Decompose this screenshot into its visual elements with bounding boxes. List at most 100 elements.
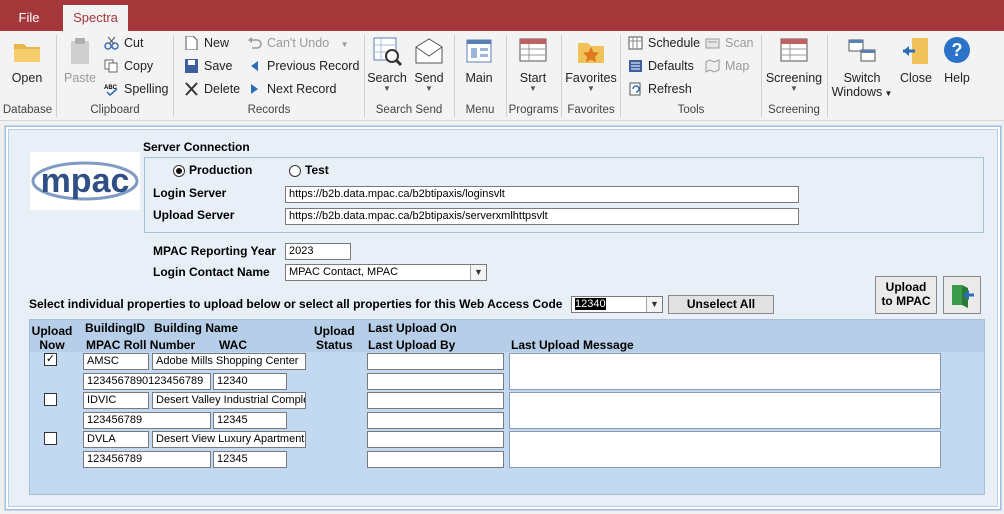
production-radio[interactable] <box>173 165 185 177</box>
group-tools: Tools <box>677 104 705 116</box>
grid-header: Upload Now BuildingID Building Name MPAC … <box>30 320 984 352</box>
chevron-down-icon[interactable]: ▼ <box>470 265 486 280</box>
last-upload-by-cell[interactable] <box>367 412 504 429</box>
search-button[interactable]: Search ▼ <box>366 35 408 93</box>
switch-windows-icon <box>846 35 878 67</box>
switch-label-2: Windows <box>831 85 883 99</box>
roll-number-cell[interactable]: 1234567890123456789 <box>83 373 211 390</box>
undo-icon <box>247 36 262 50</box>
reporting-year-field[interactable]: 2023 <box>285 243 351 260</box>
header-upload-now: Upload Now <box>31 324 73 352</box>
wac-cell[interactable]: 12340 <box>213 373 287 390</box>
screening-button[interactable]: Screening ▼ <box>765 35 823 93</box>
test-radio[interactable] <box>289 165 301 177</box>
ribbon: Open Database Paste Cut Copy ABC Spellin… <box>0 31 1004 121</box>
new-button[interactable]: New <box>184 33 229 53</box>
refresh-button[interactable]: Refresh <box>628 79 692 99</box>
upload-now-checkbox[interactable] <box>44 432 57 445</box>
delete-button[interactable]: Delete <box>184 79 240 99</box>
map-button[interactable]: Map <box>705 56 749 76</box>
delete-label: Delete <box>204 82 241 96</box>
send-button[interactable]: Send ▼ <box>409 35 449 93</box>
defaults-label: Defaults <box>648 59 694 73</box>
upload-now-checkbox[interactable] <box>44 393 57 406</box>
switch-windows-button[interactable]: Switch Windows ▼ <box>831 35 893 99</box>
upload-to-mpac-button[interactable]: Upload to MPAC <box>875 276 937 314</box>
search-icon <box>371 35 403 67</box>
open-button[interactable]: Open <box>6 35 48 85</box>
upload-server-field[interactable]: https://b2b.data.mpac.ca/b2btipaxis/serv… <box>285 208 799 225</box>
help-button[interactable]: ? Help <box>938 35 976 85</box>
triangle-right-icon <box>247 82 262 96</box>
last-upload-message-cell[interactable] <box>509 392 941 429</box>
exit-door-icon <box>952 285 974 308</box>
exit-button[interactable] <box>943 276 981 314</box>
roll-number-cell[interactable]: 123456789 <box>83 412 211 429</box>
last-upload-by-cell[interactable] <box>367 451 504 468</box>
group-menu: Menu <box>465 104 495 116</box>
properties-grid: Upload Now BuildingID Building Name MPAC … <box>29 319 985 495</box>
envelope-icon <box>413 35 445 67</box>
building-id-cell[interactable]: DVLA <box>83 431 149 448</box>
undo-label: Can't Undo <box>267 36 330 50</box>
refresh-icon <box>628 82 643 96</box>
previous-record-button[interactable]: Previous Record <box>247 56 359 76</box>
paste-label: Paste <box>64 71 96 85</box>
schedule-button[interactable]: Schedule <box>628 33 700 53</box>
cut-button[interactable]: Cut <box>104 33 143 53</box>
scan-label: Scan <box>725 36 754 50</box>
start-button[interactable]: Start ▼ <box>512 35 554 93</box>
tab-spectra[interactable]: Spectra <box>63 5 128 31</box>
scan-icon <box>705 36 720 50</box>
contact-name-combo[interactable]: MPAC Contact, MPAC ▼ <box>285 264 487 281</box>
wac-combo[interactable]: 12340 ▼ <box>571 296 663 313</box>
main-menu-button[interactable]: Main <box>459 35 499 85</box>
paste-button[interactable]: Paste <box>62 35 98 85</box>
wac-cell[interactable]: 12345 <box>213 412 287 429</box>
last-upload-message-cell[interactable] <box>509 353 941 390</box>
last-upload-on-cell[interactable] <box>367 353 504 370</box>
roll-number-cell[interactable]: 123456789 <box>83 451 211 468</box>
building-name-cell[interactable]: Desert View Luxury Apartments <box>152 431 306 448</box>
save-label: Save <box>204 59 233 73</box>
group-programs: Programs <box>508 104 559 116</box>
last-upload-on-cell[interactable] <box>367 392 504 409</box>
server-connection-label: Server Connection <box>143 140 250 154</box>
login-server-field[interactable]: https://b2b.data.mpac.ca/b2btipaxis/logi… <box>285 186 799 203</box>
chevron-down-icon[interactable]: ▼ <box>646 297 662 312</box>
map-label: Map <box>725 59 750 73</box>
login-server-label: Login Server <box>153 186 227 200</box>
undo-button[interactable]: Can't Undo ▼ <box>247 33 349 53</box>
separator <box>827 35 828 117</box>
wac-cell[interactable]: 12345 <box>213 451 287 468</box>
last-upload-by-cell[interactable] <box>367 373 504 390</box>
favorites-button[interactable]: Favorites ▼ <box>564 35 618 93</box>
last-upload-message-cell[interactable] <box>509 431 941 468</box>
copy-button[interactable]: Copy <box>104 56 153 76</box>
spelling-icon: ABC <box>104 82 119 97</box>
help-label: Help <box>944 71 970 85</box>
unselect-all-button[interactable]: Unselect All <box>668 295 774 314</box>
screening-label: Screening <box>765 71 823 85</box>
defaults-button[interactable]: Defaults <box>628 56 694 76</box>
schedule-label: Schedule <box>648 36 701 50</box>
building-id-cell[interactable]: IDVIC <box>83 392 149 409</box>
close-button[interactable]: Close <box>896 35 936 85</box>
start-label: Start <box>519 71 547 85</box>
building-name-cell[interactable]: Desert Valley Industrial Complex <box>152 392 306 409</box>
tab-file[interactable]: File <box>0 5 58 31</box>
next-record-label: Next Record <box>267 82 337 96</box>
last-upload-on-cell[interactable] <box>367 431 504 448</box>
group-favorites: Favorites <box>567 104 615 116</box>
start-grid-icon <box>517 35 549 67</box>
building-name-cell[interactable]: Adobe Mills Shopping Center <box>152 353 306 370</box>
spelling-button[interactable]: ABC Spelling <box>104 79 168 99</box>
schedule-icon <box>628 36 643 50</box>
save-button[interactable]: Save <box>184 56 233 76</box>
building-id-cell[interactable]: AMSC <box>83 353 149 370</box>
next-record-button[interactable]: Next Record <box>247 79 336 99</box>
test-label: Test <box>305 163 329 177</box>
scan-button[interactable]: Scan <box>705 33 754 53</box>
upload-now-checkbox[interactable]: ✓ <box>44 353 57 366</box>
header-building-name: Building Name <box>154 321 239 335</box>
